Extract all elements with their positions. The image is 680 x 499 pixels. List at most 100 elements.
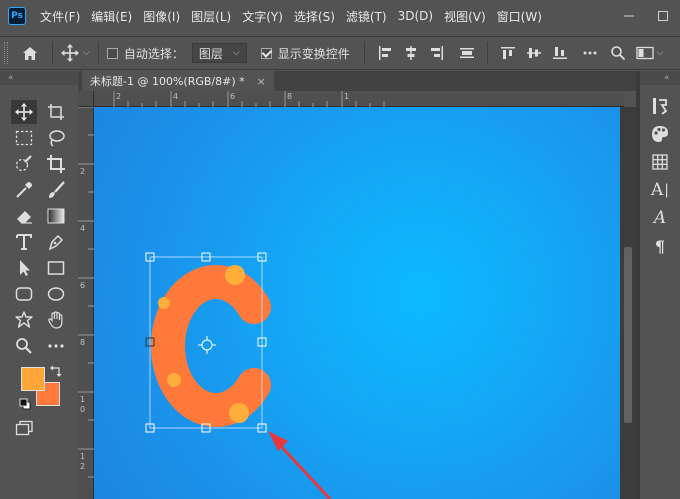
crop-icon (47, 155, 65, 173)
ruler-label: 1 (344, 92, 350, 101)
artboard-tool[interactable] (43, 100, 69, 124)
chevron-down-icon: ⌵ (232, 48, 240, 58)
path-selection-icon (20, 260, 30, 276)
maximize-button[interactable] (646, 0, 680, 32)
menu-filter[interactable]: 滤镜(T) (346, 8, 387, 25)
rectangular-marquee-tool[interactable] (11, 126, 37, 150)
zoom-tool[interactable] (11, 334, 37, 358)
distribute-vertical-button[interactable] (459, 45, 475, 61)
quick-selection-tool[interactable] (11, 152, 37, 176)
transform-reference-point[interactable] (198, 336, 216, 354)
options-bar-grip[interactable] (4, 42, 8, 64)
vertical-ruler[interactable]: 2 4 6 8 1 0 1 2 (78, 107, 94, 499)
foreground-color-swatch[interactable] (21, 367, 45, 391)
swap-icon (50, 365, 62, 377)
annotation-arrow (268, 431, 332, 499)
horizontal-ruler[interactable]: 2 4 6 8 1 (94, 91, 624, 107)
lasso-tool[interactable] (43, 126, 69, 150)
align-right-button[interactable] (429, 45, 445, 61)
ruler-label: 6 (80, 281, 86, 290)
menu-3d[interactable]: 3D(D) (398, 9, 433, 23)
show-transform-controls-checkbox[interactable] (260, 47, 272, 59)
chevron-down-icon: ⌵ (656, 48, 664, 58)
swap-colors-button[interactable] (50, 365, 62, 380)
glyphs-panel-button[interactable]: A (648, 207, 672, 229)
eyedropper-tool[interactable] (11, 178, 37, 202)
align-bottom-button[interactable] (552, 45, 568, 61)
distribute-icon (459, 48, 474, 58)
type-icon (16, 234, 32, 250)
custom-shape-tool[interactable] (11, 308, 37, 332)
show-transform-controls-label: 显示变换控件 (277, 46, 350, 61)
default-colors-button[interactable] (19, 398, 31, 413)
menu-image[interactable]: 图像(I) (143, 8, 180, 25)
edit-toolbar-button[interactable] (43, 334, 69, 358)
ruler-origin[interactable] (78, 91, 94, 107)
menu-type[interactable]: 文字(Y) (242, 8, 283, 25)
hand-tool[interactable] (43, 308, 69, 332)
align-horizontal-center-button[interactable] (403, 45, 419, 61)
hand-icon (48, 311, 63, 329)
close-icon[interactable]: × (257, 75, 266, 88)
foreground-color-fill (22, 368, 44, 390)
move-icon (15, 103, 33, 121)
align-left-button[interactable] (377, 45, 393, 61)
history-panel-button[interactable] (648, 95, 672, 117)
eraser-tool[interactable] (11, 204, 37, 228)
minimize-icon (624, 15, 634, 17)
color-panel-button[interactable] (648, 123, 672, 145)
menu-view[interactable]: 视图(V) (444, 8, 486, 25)
gradient-tool[interactable] (43, 204, 69, 228)
more-icon (583, 51, 597, 55)
document-tab-strip: 未标题-1 @ 100%(RGB/8#) * × (78, 71, 636, 91)
menu-edit[interactable]: 编辑(E) (91, 8, 132, 25)
panel-collapse-bar[interactable]: « (640, 71, 680, 85)
ellipse-tool[interactable] (43, 282, 69, 306)
ruler-ticks (78, 107, 94, 478)
options-bar: ⌵ 自动选择： 图层 ⌵ 显示变换控件 ⌵ (0, 36, 680, 70)
screen-mode-button[interactable] (11, 416, 37, 440)
type-tool[interactable] (11, 230, 37, 254)
document-tab[interactable]: 未标题-1 @ 100%(RGB/8#) * × (82, 71, 274, 91)
search-button[interactable] (610, 45, 626, 61)
home-button[interactable] (22, 46, 38, 61)
document-workspace[interactable] (94, 107, 620, 499)
vertical-scrollbar[interactable] (620, 107, 636, 499)
workspace-switcher-button[interactable]: ⌵ (636, 46, 664, 60)
toolbar-collapse-bar[interactable]: « (0, 71, 78, 85)
paragraph-panel-button[interactable]: ¶ (648, 235, 672, 257)
path-selection-tool[interactable] (11, 256, 37, 280)
palette-icon (652, 126, 668, 142)
align-bottom-icon (552, 47, 567, 59)
swatches-panel-button[interactable] (648, 151, 672, 173)
menu-window[interactable]: 窗口(W) (497, 8, 542, 25)
brush-tool[interactable] (43, 178, 69, 202)
auto-select-target-dropdown[interactable]: 图层 ⌵ (191, 43, 247, 63)
letter-c-shape[interactable] (150, 265, 271, 427)
align-vertical-center-button[interactable] (526, 45, 542, 61)
menu-select[interactable]: 选择(S) (294, 8, 335, 25)
align-top-button[interactable] (500, 45, 516, 61)
menu-file[interactable]: 文件(F) (40, 8, 80, 25)
character-panel-button[interactable]: A | (648, 179, 672, 201)
pen-tool[interactable] (43, 230, 69, 254)
move-tool[interactable] (11, 100, 37, 124)
quick-selection-icon (15, 155, 32, 172)
ruler-label: 6 (230, 92, 236, 101)
rounded-rectangle-tool[interactable] (11, 282, 37, 306)
minimize-button[interactable] (612, 0, 646, 32)
marquee-icon (15, 130, 33, 146)
menu-layer[interactable]: 图层(L) (191, 8, 231, 25)
crop-tool[interactable] (43, 152, 69, 176)
separator (486, 42, 488, 64)
rectangle-tool[interactable] (43, 256, 69, 280)
auto-select-checkbox[interactable] (106, 47, 118, 59)
canvas[interactable] (94, 107, 620, 499)
scrollbar-thumb[interactable] (624, 247, 632, 423)
more-options-button[interactable] (582, 50, 598, 56)
right-panel-dock: A | A ¶ (640, 85, 680, 499)
menu-bar: Ps 文件(F) 编辑(E) 图像(I) 图层(L) 文字(Y) 选择(S) 滤… (0, 0, 680, 32)
chevron-down-icon: ⌵ (83, 48, 90, 58)
eyedropper-icon (16, 182, 32, 198)
move-tool-preset-button[interactable]: ⌵ (61, 44, 90, 62)
